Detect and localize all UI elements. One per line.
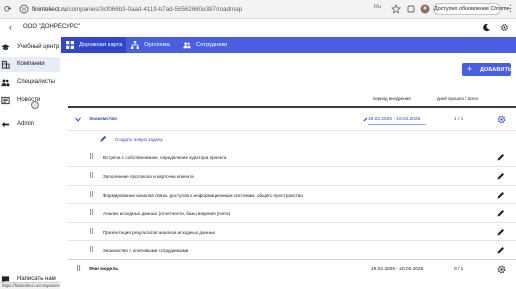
group-days: 1 / 1 — [454, 117, 464, 122]
mouse-cursor — [31, 101, 39, 109]
task-row[interactable]: ⠿ Формирование каналов связи, доступов к… — [68, 186, 516, 204]
gear-icon[interactable] — [497, 265, 506, 274]
app-header: ‹ ООО "ДОНРЕСУРС" — [0, 19, 516, 37]
task-row[interactable]: ⠿ Презентация результатов анализа исходн… — [68, 223, 516, 241]
url-host: fininteliect.ru — [32, 6, 67, 13]
dark-mode-icon[interactable] — [482, 23, 491, 32]
task-title: Встреча с собственником, определение кур… — [103, 155, 227, 160]
tab-label: Оргсхема — [144, 42, 170, 48]
building-icon — [1, 60, 10, 69]
pencil-icon[interactable] — [497, 153, 505, 161]
add-button-label: ДОБАВИТЬ — [480, 67, 513, 73]
task-title: Формирование каналов связи, доступов к и… — [103, 193, 303, 198]
drag-handle-icon[interactable]: ⠿ — [89, 228, 94, 236]
pencil-icon[interactable] — [497, 209, 505, 217]
sidebar-item-label: Admin — [17, 121, 35, 127]
period-underline — [368, 124, 426, 125]
browser-toolbar: ⟳ fininteliect.ru/companies/3cf066b3-0aa… — [0, 0, 516, 19]
task-row[interactable]: ⠿ Анализ исходных данных (отчетности, ба… — [68, 204, 516, 223]
edit-note-icon — [100, 135, 107, 142]
tab-label: Дорожная карта — [79, 42, 123, 48]
url-path: /companies/3cf066b3-0aad-4119-b7ad-56562… — [66, 6, 243, 13]
task-row[interactable]: ⠿ Встреча с собственником, определение к… — [68, 148, 516, 167]
task-title: Заполнение протокола и карточки клиента — [103, 174, 194, 179]
pencil-icon[interactable] — [497, 191, 505, 199]
tab-label: Сотрудники — [196, 42, 228, 48]
profile-avatar[interactable] — [420, 4, 430, 14]
group-period[interactable]: 18.02.2025 - 19.02.2025 — [368, 117, 420, 122]
task-row[interactable]: ⠿ Заполнение протокола и карточки клиент… — [68, 167, 516, 186]
sidebar-item-specialists[interactable]: Специалисты — [0, 75, 60, 90]
create-task-link[interactable]: Создать новую задачу — [68, 131, 516, 148]
tab-roadmap[interactable]: Дорожная карта — [61, 37, 126, 53]
people-icon — [183, 42, 191, 49]
add-button[interactable]: + ДОБАВИТЬ — [462, 63, 513, 76]
tab-org-chart[interactable]: Оргсхема — [126, 37, 178, 53]
drag-handle-icon[interactable]: ⠿ — [89, 172, 94, 180]
table-header: период внедрения дней прошло / всего — [68, 93, 516, 108]
admin-icon — [1, 121, 10, 128]
translate-badge[interactable]: Ru — [374, 4, 381, 10]
sidebar-item-training[interactable]: Учебный центр — [0, 40, 60, 55]
people-icon — [1, 79, 10, 87]
drag-handle-icon[interactable]: ⠿ — [89, 191, 94, 199]
tab-bar: Дорожная карта Оргсхема Сотрудники — [61, 37, 516, 53]
sidebar-item-label: Компании — [17, 61, 45, 67]
chrome-update-label: Доступно обновление Chrome — [434, 6, 510, 12]
browser-status-bar: https://fininteliect.ru/companies — [0, 282, 60, 289]
browser-menu-icon[interactable]: ⋮ — [506, 3, 515, 14]
task-row[interactable]: ⠿ Знакомство с ключевыми сотрудниками — [68, 241, 516, 260]
settings-icon[interactable] — [500, 23, 509, 32]
reload-icon[interactable]: ⟳ — [4, 4, 12, 15]
site-info-icon[interactable] — [19, 4, 29, 14]
sidebar-item-companies[interactable]: Компании — [0, 57, 60, 72]
pencil-icon[interactable] — [497, 172, 505, 180]
sidebar-item-label: Учебный центр — [17, 44, 60, 50]
column-header-period: период внедрения — [373, 96, 411, 101]
drag-handle-icon[interactable]: ⠿ — [89, 153, 94, 161]
drag-handle-icon[interactable]: ⠿ — [89, 246, 94, 254]
tab-employees[interactable]: Сотрудники — [178, 37, 238, 53]
column-header-days: дней прошло / всего — [437, 96, 479, 101]
task-title: Презентация результатов анализа исходных… — [103, 230, 216, 235]
extensions-icon[interactable] — [406, 4, 416, 14]
sidebar-item-news[interactable]: Новости — [0, 93, 60, 108]
group-row[interactable]: ⠿ Фин модель 19.02.2025 - 20.02.2025 0 /… — [68, 260, 516, 279]
group-row[interactable]: Знакомство 18.02.2025 - 19.02.2025 1 / 1 — [68, 108, 516, 131]
gear-icon[interactable] — [497, 115, 506, 124]
drag-handle-icon[interactable]: ⠿ — [76, 265, 81, 273]
pencil-icon[interactable] — [497, 246, 505, 254]
group-name: Знакомство — [89, 117, 118, 122]
address-bar[interactable]: fininteliect.ru/companies/3cf066b3-0aad-… — [32, 2, 242, 17]
graduation-icon — [1, 44, 10, 51]
chrome-update-button[interactable]: Доступно обновление Chrome — [433, 3, 510, 15]
task-title: Знакомство с ключевыми сотрудниками — [103, 248, 189, 253]
news-icon — [1, 96, 10, 105]
org-chart-icon — [131, 41, 139, 49]
sidebar-item-label: Специалисты — [17, 79, 55, 85]
plus-icon: + — [467, 64, 473, 74]
sidebar: Учебный центр Компании Специалисты Новос… — [0, 37, 60, 289]
back-arrow-icon[interactable]: ‹ — [9, 22, 12, 32]
drag-handle-icon[interactable]: ⠿ — [89, 209, 94, 217]
task-title: Анализ исходных данных (отчетности, базы… — [103, 211, 231, 216]
group-name: Фин модель — [89, 267, 119, 272]
company-title: ООО "ДОНРЕСУРС" — [23, 24, 81, 30]
grid-icon — [66, 41, 74, 49]
status-url: https://fininteliect.ru/companies — [2, 283, 60, 288]
group-period: 19.02.2025 - 20.02.2025 — [371, 267, 424, 272]
chevron-down-icon[interactable] — [75, 117, 81, 122]
create-task-label: Создать новую задачу — [115, 137, 163, 142]
group-days: 0 / 1 — [454, 267, 464, 272]
star-icon[interactable] — [391, 4, 401, 14]
pencil-icon[interactable] — [497, 228, 505, 236]
sidebar-item-admin[interactable]: Admin — [0, 117, 60, 132]
